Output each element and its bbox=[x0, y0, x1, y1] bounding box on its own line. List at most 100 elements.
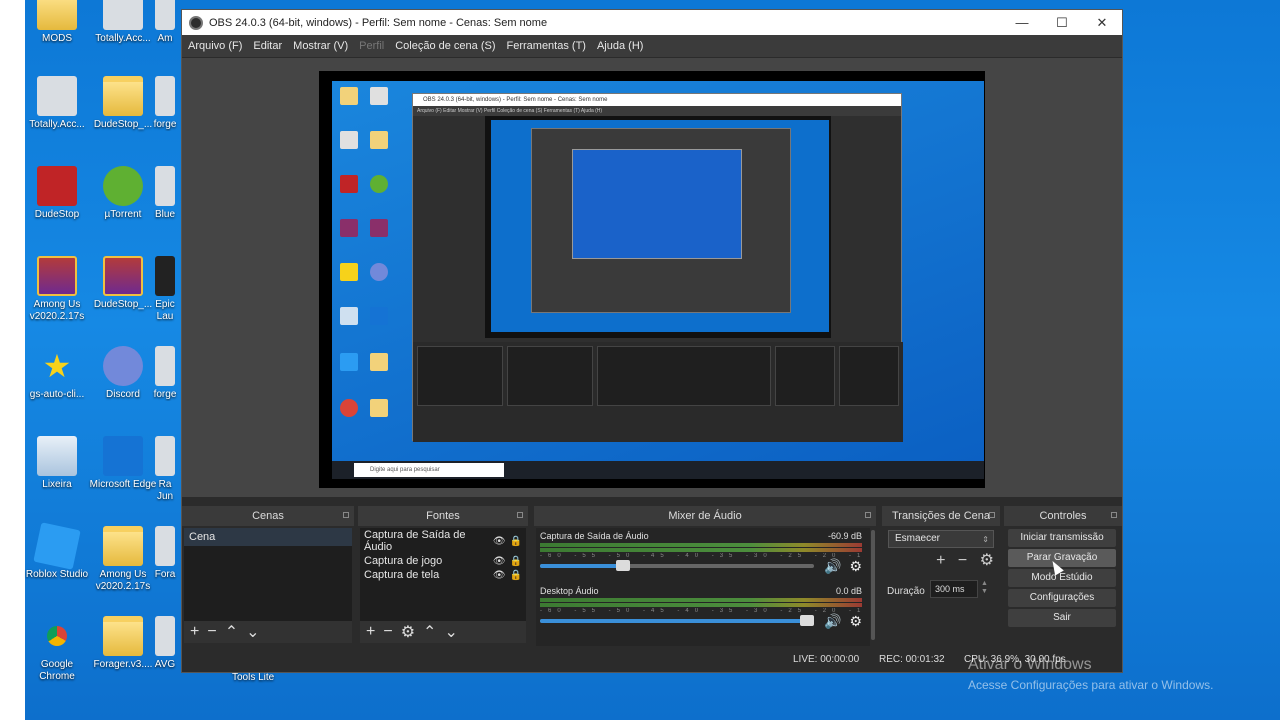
desktop-icon-lixeira[interactable]: Lixeira bbox=[22, 436, 92, 491]
app-icon bbox=[103, 0, 143, 30]
duration-input[interactable]: 300 ms bbox=[930, 580, 978, 598]
studio-mode-button[interactable]: Modo Estúdio bbox=[1008, 569, 1116, 587]
desktop-icon-forager[interactable]: Forager.v3.... bbox=[88, 616, 158, 671]
menu-ajuda[interactable]: Ajuda (H) bbox=[597, 40, 643, 52]
desktop-icon-ra[interactable]: Ra Jun bbox=[150, 436, 180, 503]
roblox-icon bbox=[33, 522, 81, 570]
transition-select[interactable]: Esmaecer ⇕ bbox=[888, 530, 994, 548]
scenes-title: Cenas bbox=[252, 510, 284, 522]
menu-mostrar[interactable]: Mostrar (V) bbox=[293, 40, 348, 52]
gear-icon[interactable]: ⚙ bbox=[849, 613, 862, 630]
settings-button[interactable]: Configurações bbox=[1008, 589, 1116, 607]
desktop-icon-avg[interactable]: AVG bbox=[150, 616, 180, 671]
desktop-icon-totally-2[interactable]: Totally.Acc... bbox=[22, 76, 92, 131]
desktop-icon-dudestop-folder[interactable]: DudeStop_... bbox=[88, 76, 158, 131]
nested-winrar-icon bbox=[340, 219, 358, 237]
desktop-icon-forge[interactable]: forge bbox=[150, 76, 180, 131]
desktop-icon-mods[interactable]: MODS bbox=[22, 0, 92, 45]
controls-dock-title: Controles bbox=[1004, 506, 1122, 526]
menu-colecao-cena[interactable]: Coleção de cena (S) bbox=[395, 40, 495, 52]
nested-folder-icon bbox=[370, 353, 388, 371]
dock-float-icon[interactable] bbox=[865, 512, 871, 518]
menu-perfil[interactable]: Perfil bbox=[359, 40, 384, 52]
volume-slider[interactable] bbox=[540, 560, 814, 571]
desktop-icon-dudestop-rar[interactable]: DudeStop_... bbox=[88, 256, 158, 311]
eye-icon[interactable]: 👁 bbox=[493, 556, 506, 567]
dock-float-icon[interactable] bbox=[517, 512, 523, 518]
nested-recycle-icon bbox=[340, 307, 358, 325]
app-icon bbox=[155, 166, 175, 206]
scene-item[interactable]: Cena bbox=[184, 528, 352, 546]
dock-float-icon[interactable] bbox=[989, 512, 995, 518]
nested-dudestop-icon bbox=[340, 175, 358, 193]
volume-knob[interactable] bbox=[800, 615, 814, 626]
gear-icon[interactable]: ⚙ bbox=[980, 552, 994, 569]
desktop-icon-edge[interactable]: Microsoft Edge bbox=[88, 436, 158, 491]
eye-icon[interactable]: 👁 bbox=[493, 536, 506, 547]
nested-folder-icon bbox=[370, 399, 388, 417]
lock-icon[interactable]: 🔒 bbox=[510, 570, 522, 581]
nested-docks bbox=[413, 342, 903, 442]
desktop-icon-am[interactable]: Am bbox=[150, 0, 180, 45]
dock-float-icon[interactable] bbox=[1111, 512, 1117, 518]
desktop-icon-utorrent[interactable]: µTorrent bbox=[88, 166, 158, 221]
desktop-icon-fora[interactable]: Fora bbox=[150, 526, 180, 581]
move-up-icon[interactable]: ⌃ bbox=[423, 622, 436, 642]
start-streaming-button[interactable]: Iniciar transmissão bbox=[1008, 529, 1116, 547]
nested-obs-window: OBS 24.0.3 (64-bit, windows) - Perfil: S… bbox=[412, 93, 903, 442]
desktop-icon-dudestop[interactable]: DudeStop bbox=[22, 166, 92, 221]
close-button[interactable]: ✕ bbox=[1082, 15, 1122, 31]
menu-editar[interactable]: Editar bbox=[253, 40, 282, 52]
move-down-icon[interactable]: ⌄ bbox=[246, 622, 259, 642]
volume-knob[interactable] bbox=[616, 560, 631, 571]
add-transition-icon[interactable]: + bbox=[936, 552, 945, 569]
duration-spinner-icon[interactable]: ▲ ▼ bbox=[981, 580, 988, 596]
add-scene-icon[interactable]: + bbox=[190, 623, 199, 641]
desktop-icon-discord[interactable]: Discord bbox=[88, 346, 158, 401]
desktop-icon-epic[interactable]: Epic Lau bbox=[150, 256, 180, 323]
lock-icon[interactable]: 🔒 bbox=[510, 556, 522, 567]
maximize-button[interactable]: ☐ bbox=[1042, 15, 1082, 31]
desktop-icon-gs-auto[interactable]: ★ gs-auto-cli... bbox=[22, 346, 92, 401]
app-icon bbox=[155, 616, 175, 656]
mixer-scrollbar[interactable] bbox=[871, 530, 875, 640]
desktop-icon-blue[interactable]: Blue bbox=[150, 166, 180, 221]
dock-float-icon[interactable] bbox=[343, 512, 349, 518]
volume-meter: -60 -55 -50 -45 -40 -35 -30 -25 -20 -15 … bbox=[540, 598, 862, 614]
source-item[interactable]: Captura de jogo 👁 🔒 bbox=[360, 554, 526, 568]
move-down-icon[interactable]: ⌄ bbox=[444, 622, 457, 642]
desktop-icon-chrome[interactable]: Google Chrome bbox=[22, 616, 92, 683]
nested-app-icon bbox=[370, 87, 388, 105]
nested-app-icon bbox=[340, 131, 358, 149]
desktop-icon-totally[interactable]: Totally.Acc... bbox=[88, 0, 158, 45]
speaker-icon[interactable]: 🔊 bbox=[824, 558, 841, 575]
nested-discord-icon bbox=[370, 263, 388, 281]
menu-arquivo[interactable]: Arquivo (F) bbox=[188, 40, 242, 52]
preview-canvas[interactable]: OBS 24.0.3 (64-bit, windows) - Perfil: S… bbox=[319, 71, 985, 488]
remove-source-icon[interactable]: − bbox=[383, 623, 392, 641]
gear-icon[interactable]: ⚙ bbox=[401, 622, 415, 642]
source-item[interactable]: Captura de tela 👁 🔒 bbox=[360, 568, 526, 582]
volume-slider[interactable] bbox=[540, 615, 814, 626]
add-source-icon[interactable]: + bbox=[366, 623, 375, 641]
nested-dock-mixer bbox=[597, 346, 771, 406]
gear-icon[interactable]: ⚙ bbox=[849, 558, 862, 575]
sources-toolbar: + − ⚙ ⌃ ⌄ bbox=[360, 621, 526, 643]
remove-scene-icon[interactable]: − bbox=[207, 623, 216, 641]
nested-menu: Arquivo (F) Editar Mostrar (V) Perfil Co… bbox=[413, 106, 901, 116]
desktop-icon-among-us[interactable]: Among Us v2020.2.17s bbox=[22, 256, 92, 323]
source-item[interactable]: Captura de Saída de Áudio 👁 🔒 bbox=[360, 528, 526, 554]
desktop-icon-roblox[interactable]: Roblox Studio bbox=[22, 522, 92, 581]
lock-icon[interactable]: 🔒 bbox=[510, 536, 522, 547]
exit-button[interactable]: Sair bbox=[1008, 609, 1116, 627]
nested-taskbar: Digite aqui para pesquisar bbox=[332, 461, 984, 479]
eye-icon[interactable]: 👁 bbox=[493, 570, 506, 581]
stop-recording-button[interactable]: Parar Gravação bbox=[1008, 549, 1116, 567]
speaker-icon[interactable]: 🔊 bbox=[824, 613, 841, 630]
remove-transition-icon[interactable]: − bbox=[958, 552, 967, 569]
menu-ferramentas[interactable]: Ferramentas (T) bbox=[507, 40, 586, 52]
minimize-button[interactable]: — bbox=[1002, 15, 1042, 30]
desktop-icon-forge-2[interactable]: forge bbox=[150, 346, 180, 401]
move-up-icon[interactable]: ⌃ bbox=[225, 622, 238, 642]
desktop-icon-among-us-folder[interactable]: Among Us v2020.2.17s bbox=[88, 526, 158, 593]
